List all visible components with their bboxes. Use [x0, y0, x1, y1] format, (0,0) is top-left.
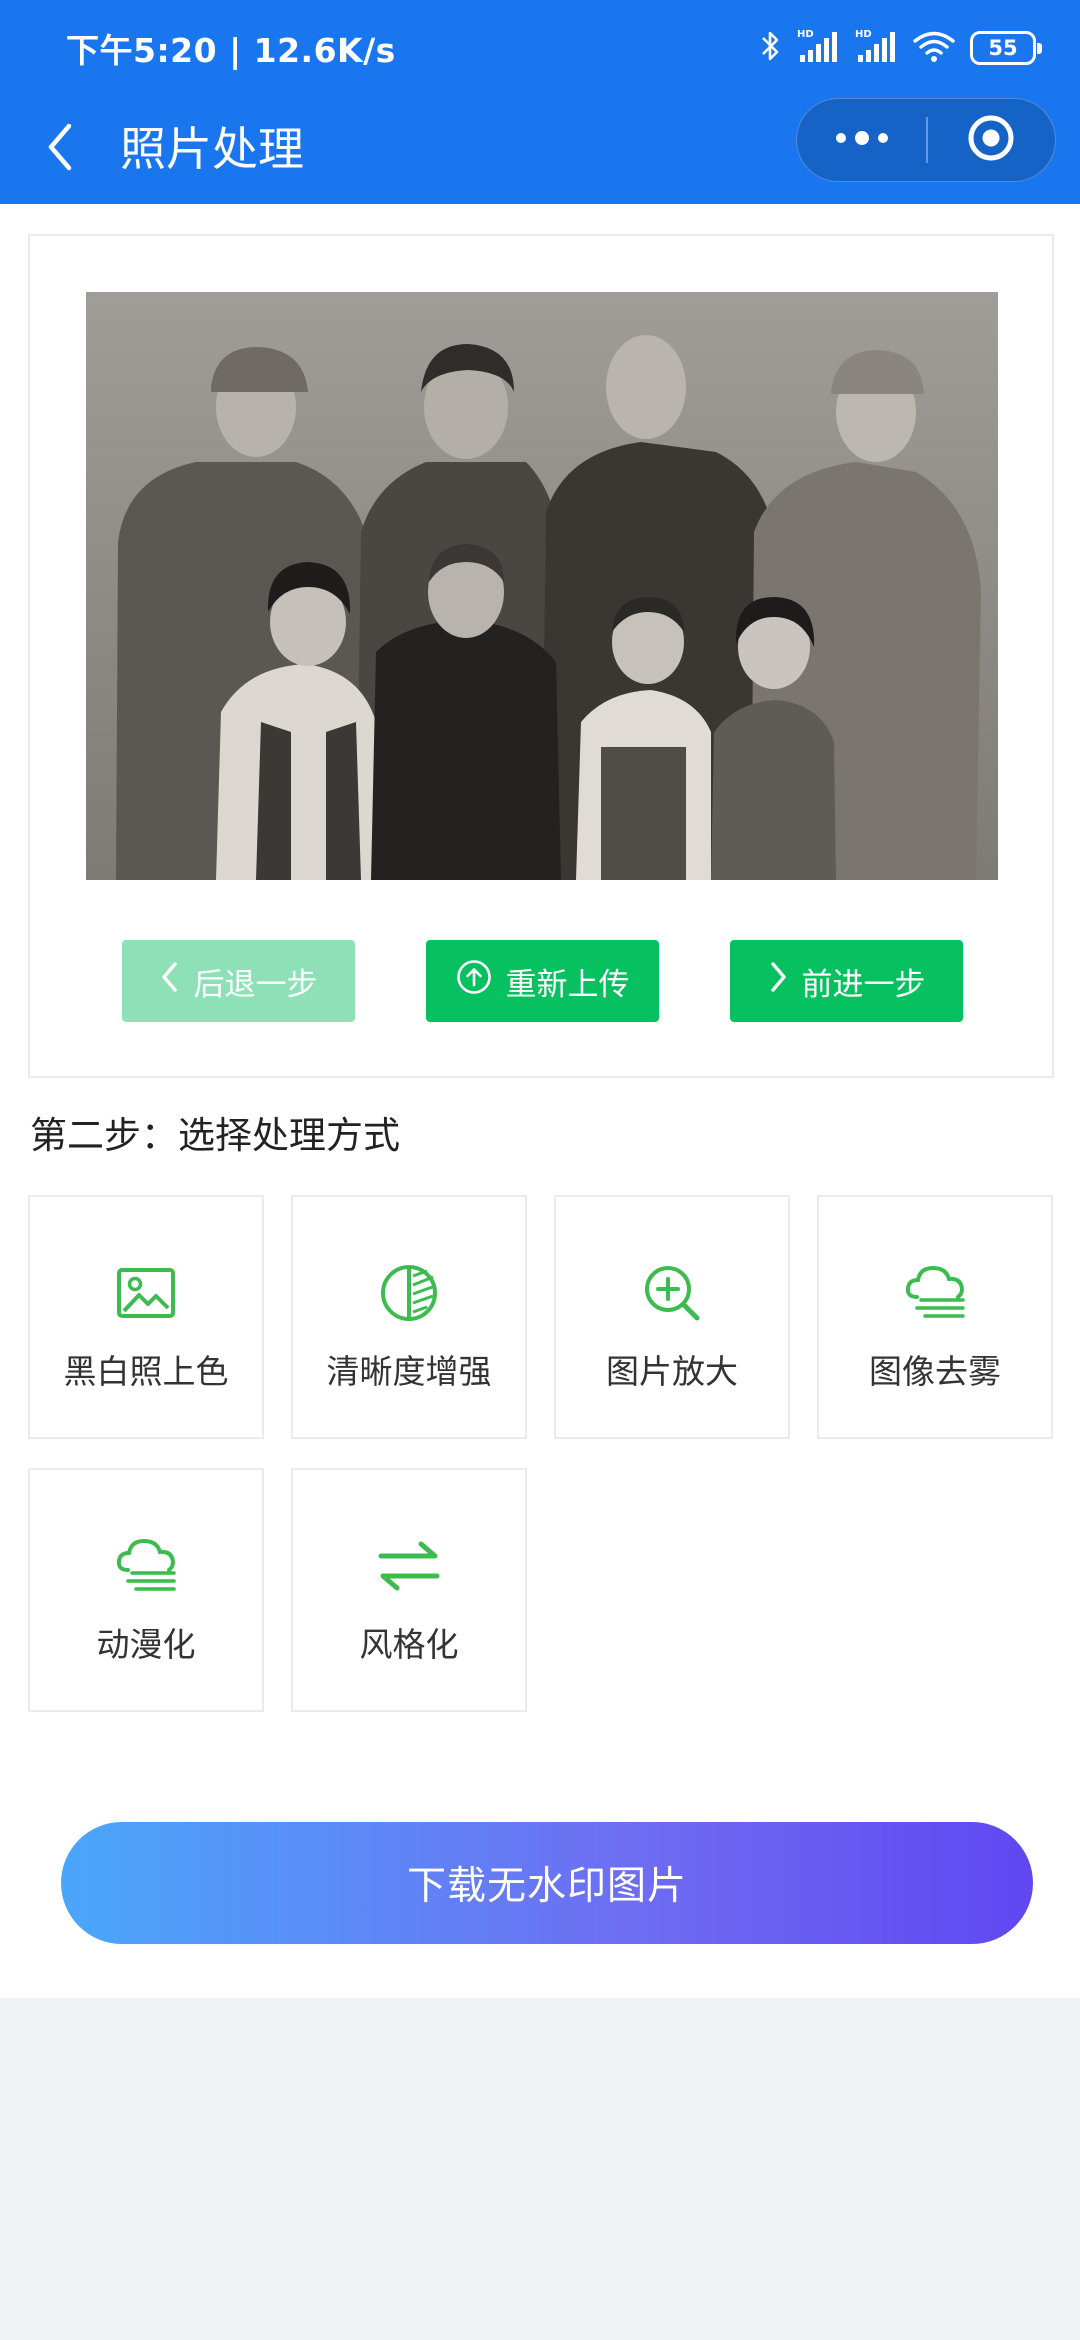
contrast-half-icon: [377, 1261, 441, 1325]
image-icon: [114, 1261, 178, 1325]
svg-text:HD: HD: [797, 29, 814, 40]
photo-card: 后退一步 重新上传 前进一步: [28, 234, 1054, 1078]
section-title: 第二步：选择处理方式: [30, 1114, 400, 1157]
target-circle-icon: [966, 113, 1016, 167]
more-dots-icon: [833, 130, 891, 150]
page-title: 照片处理: [120, 122, 304, 176]
option-colorize[interactable]: 黑白照上色: [28, 1195, 264, 1439]
back-button[interactable]: [30, 114, 90, 184]
option-label: 图像去雾: [869, 1352, 1001, 1391]
upload-circle-icon: [456, 959, 492, 1003]
option-label: 黑白照上色: [63, 1352, 229, 1391]
navigation-bar: 照片处理: [0, 96, 1080, 204]
option-label: 清晰度增强: [326, 1352, 492, 1391]
cloud-fog-icon: [114, 1534, 178, 1598]
undo-label: 后退一步: [193, 966, 318, 1003]
signal-hd-icon: HD: [854, 28, 898, 68]
reupload-button[interactable]: 重新上传: [426, 940, 659, 1022]
option-label: 图片放大: [606, 1352, 738, 1391]
mini-program-capsule: [796, 98, 1056, 182]
reupload-label: 重新上传: [505, 966, 630, 1003]
chevron-right-icon: [768, 961, 788, 1001]
cloud-fog-icon: [903, 1261, 967, 1325]
option-label: 动漫化: [96, 1625, 196, 1664]
option-label: 风格化: [359, 1625, 459, 1664]
bluetooth-icon: [760, 28, 782, 68]
zoom-in-icon: [640, 1261, 704, 1325]
option-anime[interactable]: 动漫化: [28, 1468, 264, 1712]
undo-button[interactable]: 后退一步: [122, 940, 355, 1022]
option-stylize[interactable]: 风格化: [291, 1468, 527, 1712]
swap-arrows-icon: [377, 1534, 441, 1598]
option-enhance[interactable]: 清晰度增强: [291, 1195, 527, 1439]
step-controls: 后退一步 重新上传 前进一步: [30, 940, 1056, 1024]
redo-label: 前进一步: [801, 966, 926, 1003]
download-button[interactable]: 下载无水印图片: [61, 1822, 1033, 1944]
chevron-left-icon: [160, 961, 180, 1001]
family-photo-illustration: [86, 292, 998, 880]
uploaded-photo: [86, 292, 998, 880]
status-icons: HD HD 55: [760, 26, 1042, 70]
option-upscale[interactable]: 图片放大: [554, 1195, 790, 1439]
close-mini-program-button[interactable]: [928, 98, 1055, 182]
back-chevron-icon: [45, 122, 75, 176]
wifi-icon: [912, 28, 956, 68]
redo-button[interactable]: 前进一步: [730, 940, 963, 1022]
svg-text:HD: HD: [855, 29, 872, 40]
signal-hd-icon: HD: [796, 28, 840, 68]
battery-icon: 55: [970, 31, 1042, 65]
status-time-speed: 下午5:20 | 12.6K/s: [66, 31, 396, 70]
battery-level: 55: [988, 36, 1018, 60]
status-bar: 下午5:20 | 12.6K/s HD HD 55: [0, 0, 1080, 96]
option-dehaze[interactable]: 图像去雾: [817, 1195, 1053, 1439]
more-button[interactable]: [797, 98, 926, 182]
